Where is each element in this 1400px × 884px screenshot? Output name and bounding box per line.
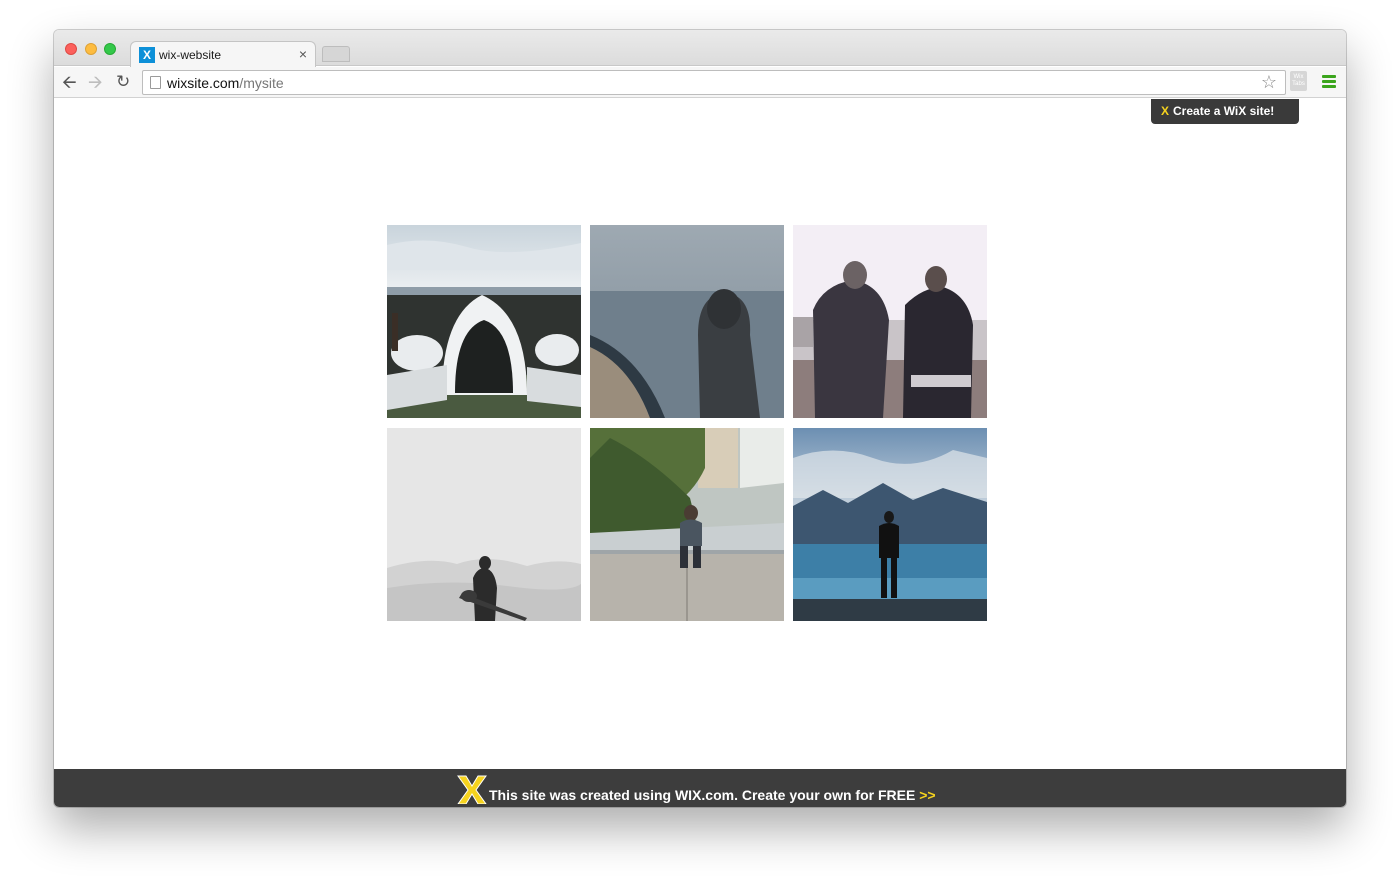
tab-title: wix-website [159,48,222,62]
browser-window: X wix-website × 🡨 🡪 ↻ wixsite.com/mysite… [54,30,1346,807]
wix-favicon-icon: X [139,47,155,63]
browser-menu-icon[interactable] [1322,75,1336,88]
gallery-image-5[interactable] [590,428,784,621]
create-wix-site-badge[interactable]: X Create a WiX site! [1151,99,1299,124]
forward-arrow-icon[interactable]: 🡪 [88,72,103,92]
guitarist-desert-photo [387,428,581,621]
wix-footer-banner[interactable]: This site was created using WIX.com. Cre… [54,769,1346,807]
wix-tabs-extension-icon[interactable]: Wix Tabs [1290,71,1307,91]
address-bar[interactable]: wixsite.com/mysite ☆ [142,70,1286,95]
back-arrow-icon[interactable]: 🡨 [62,72,77,92]
gallery-image-6[interactable] [793,428,987,621]
browser-toolbar: 🡨 🡪 ↻ wixsite.com/mysite ☆ Wix Tabs [54,67,1346,98]
wix-crown-logo-icon [457,775,487,804]
badge-text: Create a WiX site! [1173,104,1275,118]
url-path: /mysite [239,75,284,91]
banner-message: This site was created using WIX.com. Cre… [489,787,916,803]
tab-wix-website[interactable]: X wix-website × [130,41,316,68]
man-lake-mountains-photo [793,428,987,621]
plane-wreck-photo [387,225,581,418]
two-men-balcony-photo [793,225,987,418]
gallery-image-1[interactable] [387,225,581,418]
page-content: X Create a WiX site! This site was creat… [54,99,1346,807]
banner-arrows: >> [919,787,936,803]
bookmark-star-icon[interactable]: ☆ [1261,72,1277,93]
man-sitting-ledge-photo [590,428,784,621]
url-text[interactable]: wixsite.com/mysite [167,75,284,91]
url-host: wixsite.com [167,75,240,91]
banner-text[interactable]: This site was created using WIX.com. Cre… [489,787,936,803]
close-window-button[interactable] [65,43,77,55]
page-icon [150,76,161,89]
gallery-image-4[interactable] [387,428,581,621]
tab-close-icon[interactable]: × [299,46,307,62]
wix-logo-icon: X [1161,104,1170,118]
new-tab-button[interactable] [322,46,350,62]
gallery-image-3[interactable] [793,225,987,418]
reload-icon[interactable]: ↻ [116,72,130,92]
zoom-window-button[interactable] [104,43,116,55]
hooded-figure-sea-photo [590,225,784,418]
title-bar: X wix-website × [54,30,1346,68]
minimize-window-button[interactable] [85,43,97,55]
gallery-image-2[interactable] [590,225,784,418]
